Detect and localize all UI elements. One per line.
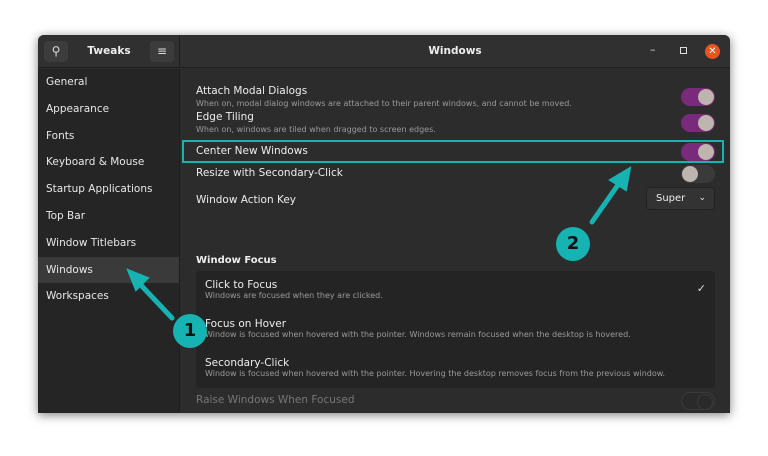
annotation-arrows	[126, 166, 632, 321]
arrow-1	[135, 279, 175, 321]
annotation-badge-2: 2	[556, 227, 590, 261]
arrow-2	[589, 179, 623, 225]
arrow-2-head	[608, 166, 632, 192]
annotation-badge-1: 1	[173, 314, 207, 348]
